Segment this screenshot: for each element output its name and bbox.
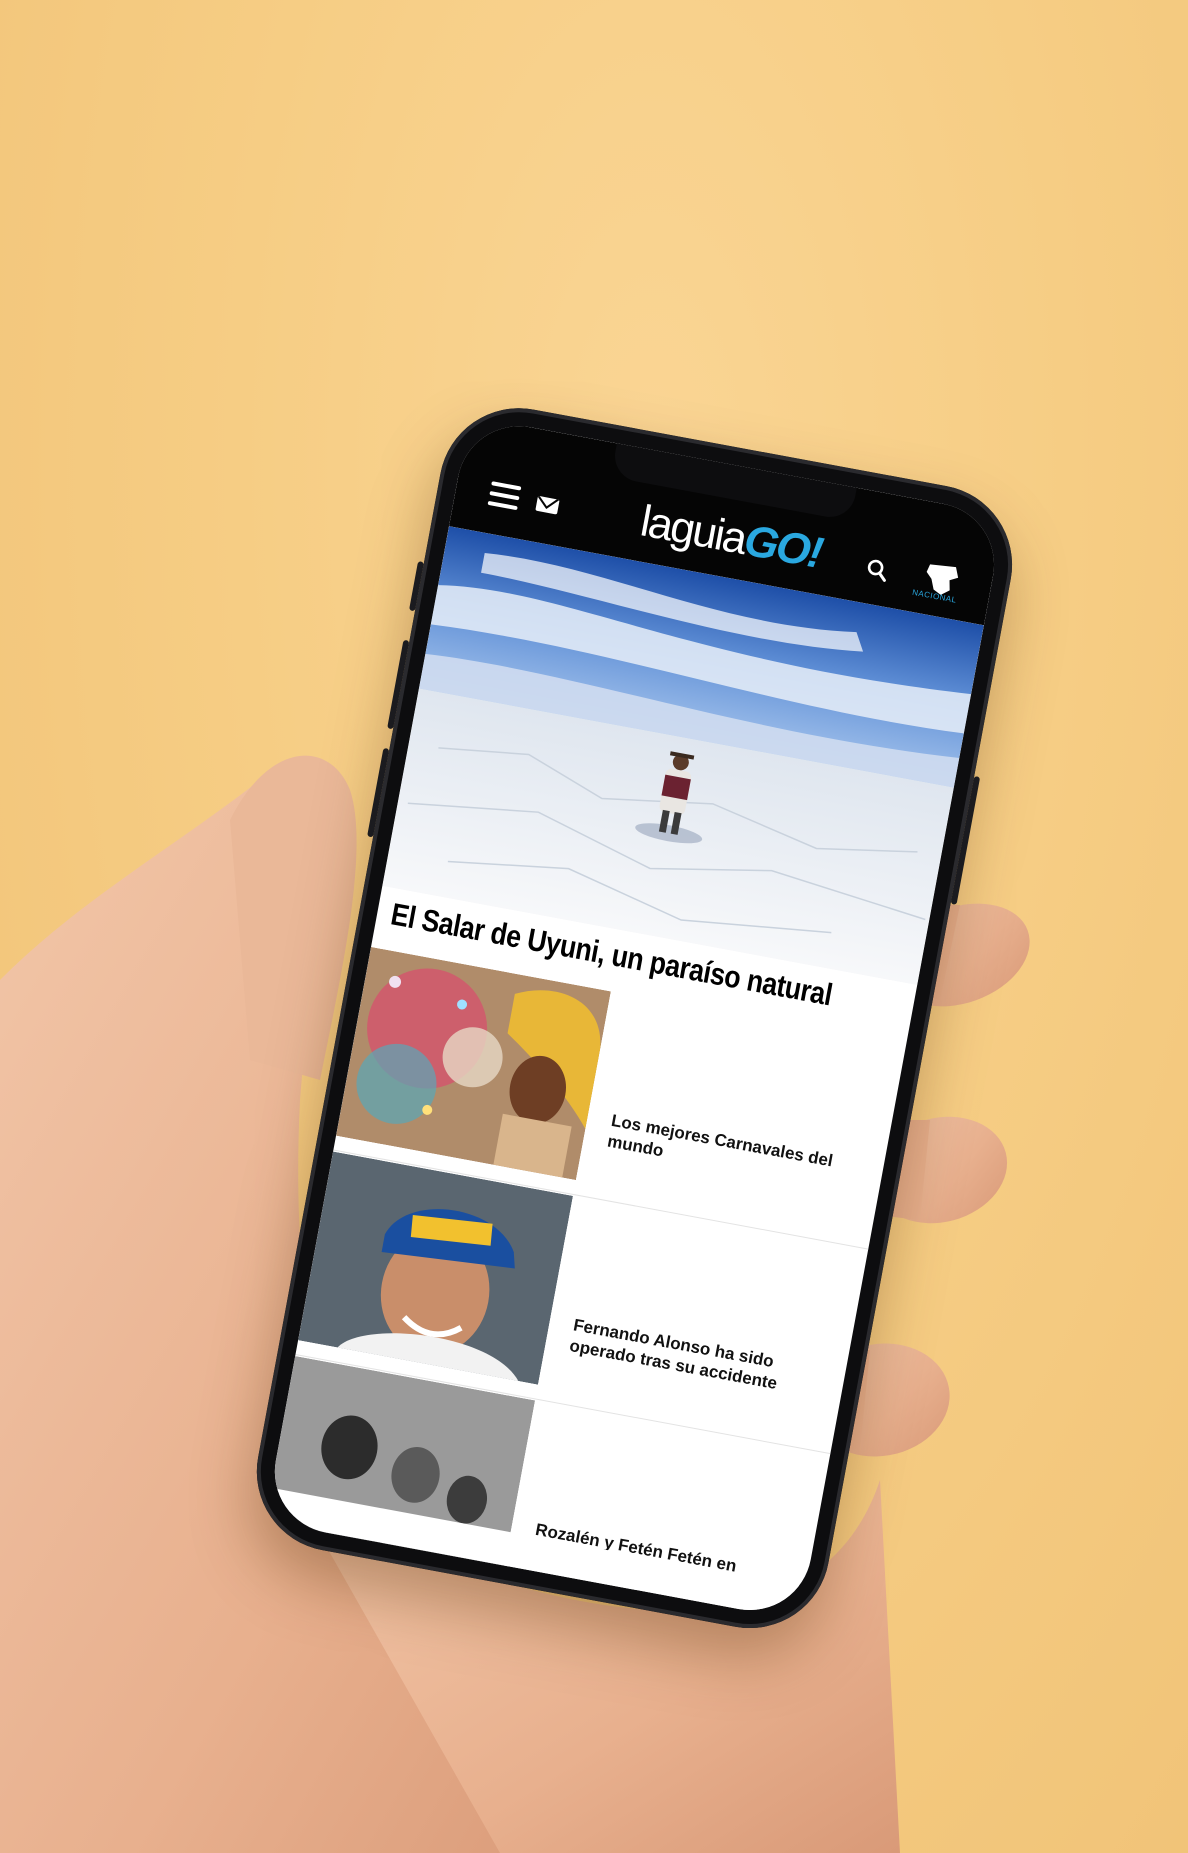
article-title-2[interactable]: Fernando Alonso ha sido operado tras su …	[568, 1314, 821, 1401]
article-title-1[interactable]: Los mejores Carnavales del mundo	[606, 1110, 859, 1197]
photo-scene: laguiaGO! NACIONAL El Salar de Uyuni, un…	[0, 0, 1188, 1853]
search-icon[interactable]	[864, 557, 890, 583]
article-thumbnail-1[interactable]	[336, 946, 611, 1181]
menu-icon[interactable]	[487, 481, 522, 511]
logo-text: laguia	[636, 496, 750, 564]
logo-accent-text: GO!	[740, 515, 826, 578]
mail-icon[interactable]	[535, 495, 560, 515]
